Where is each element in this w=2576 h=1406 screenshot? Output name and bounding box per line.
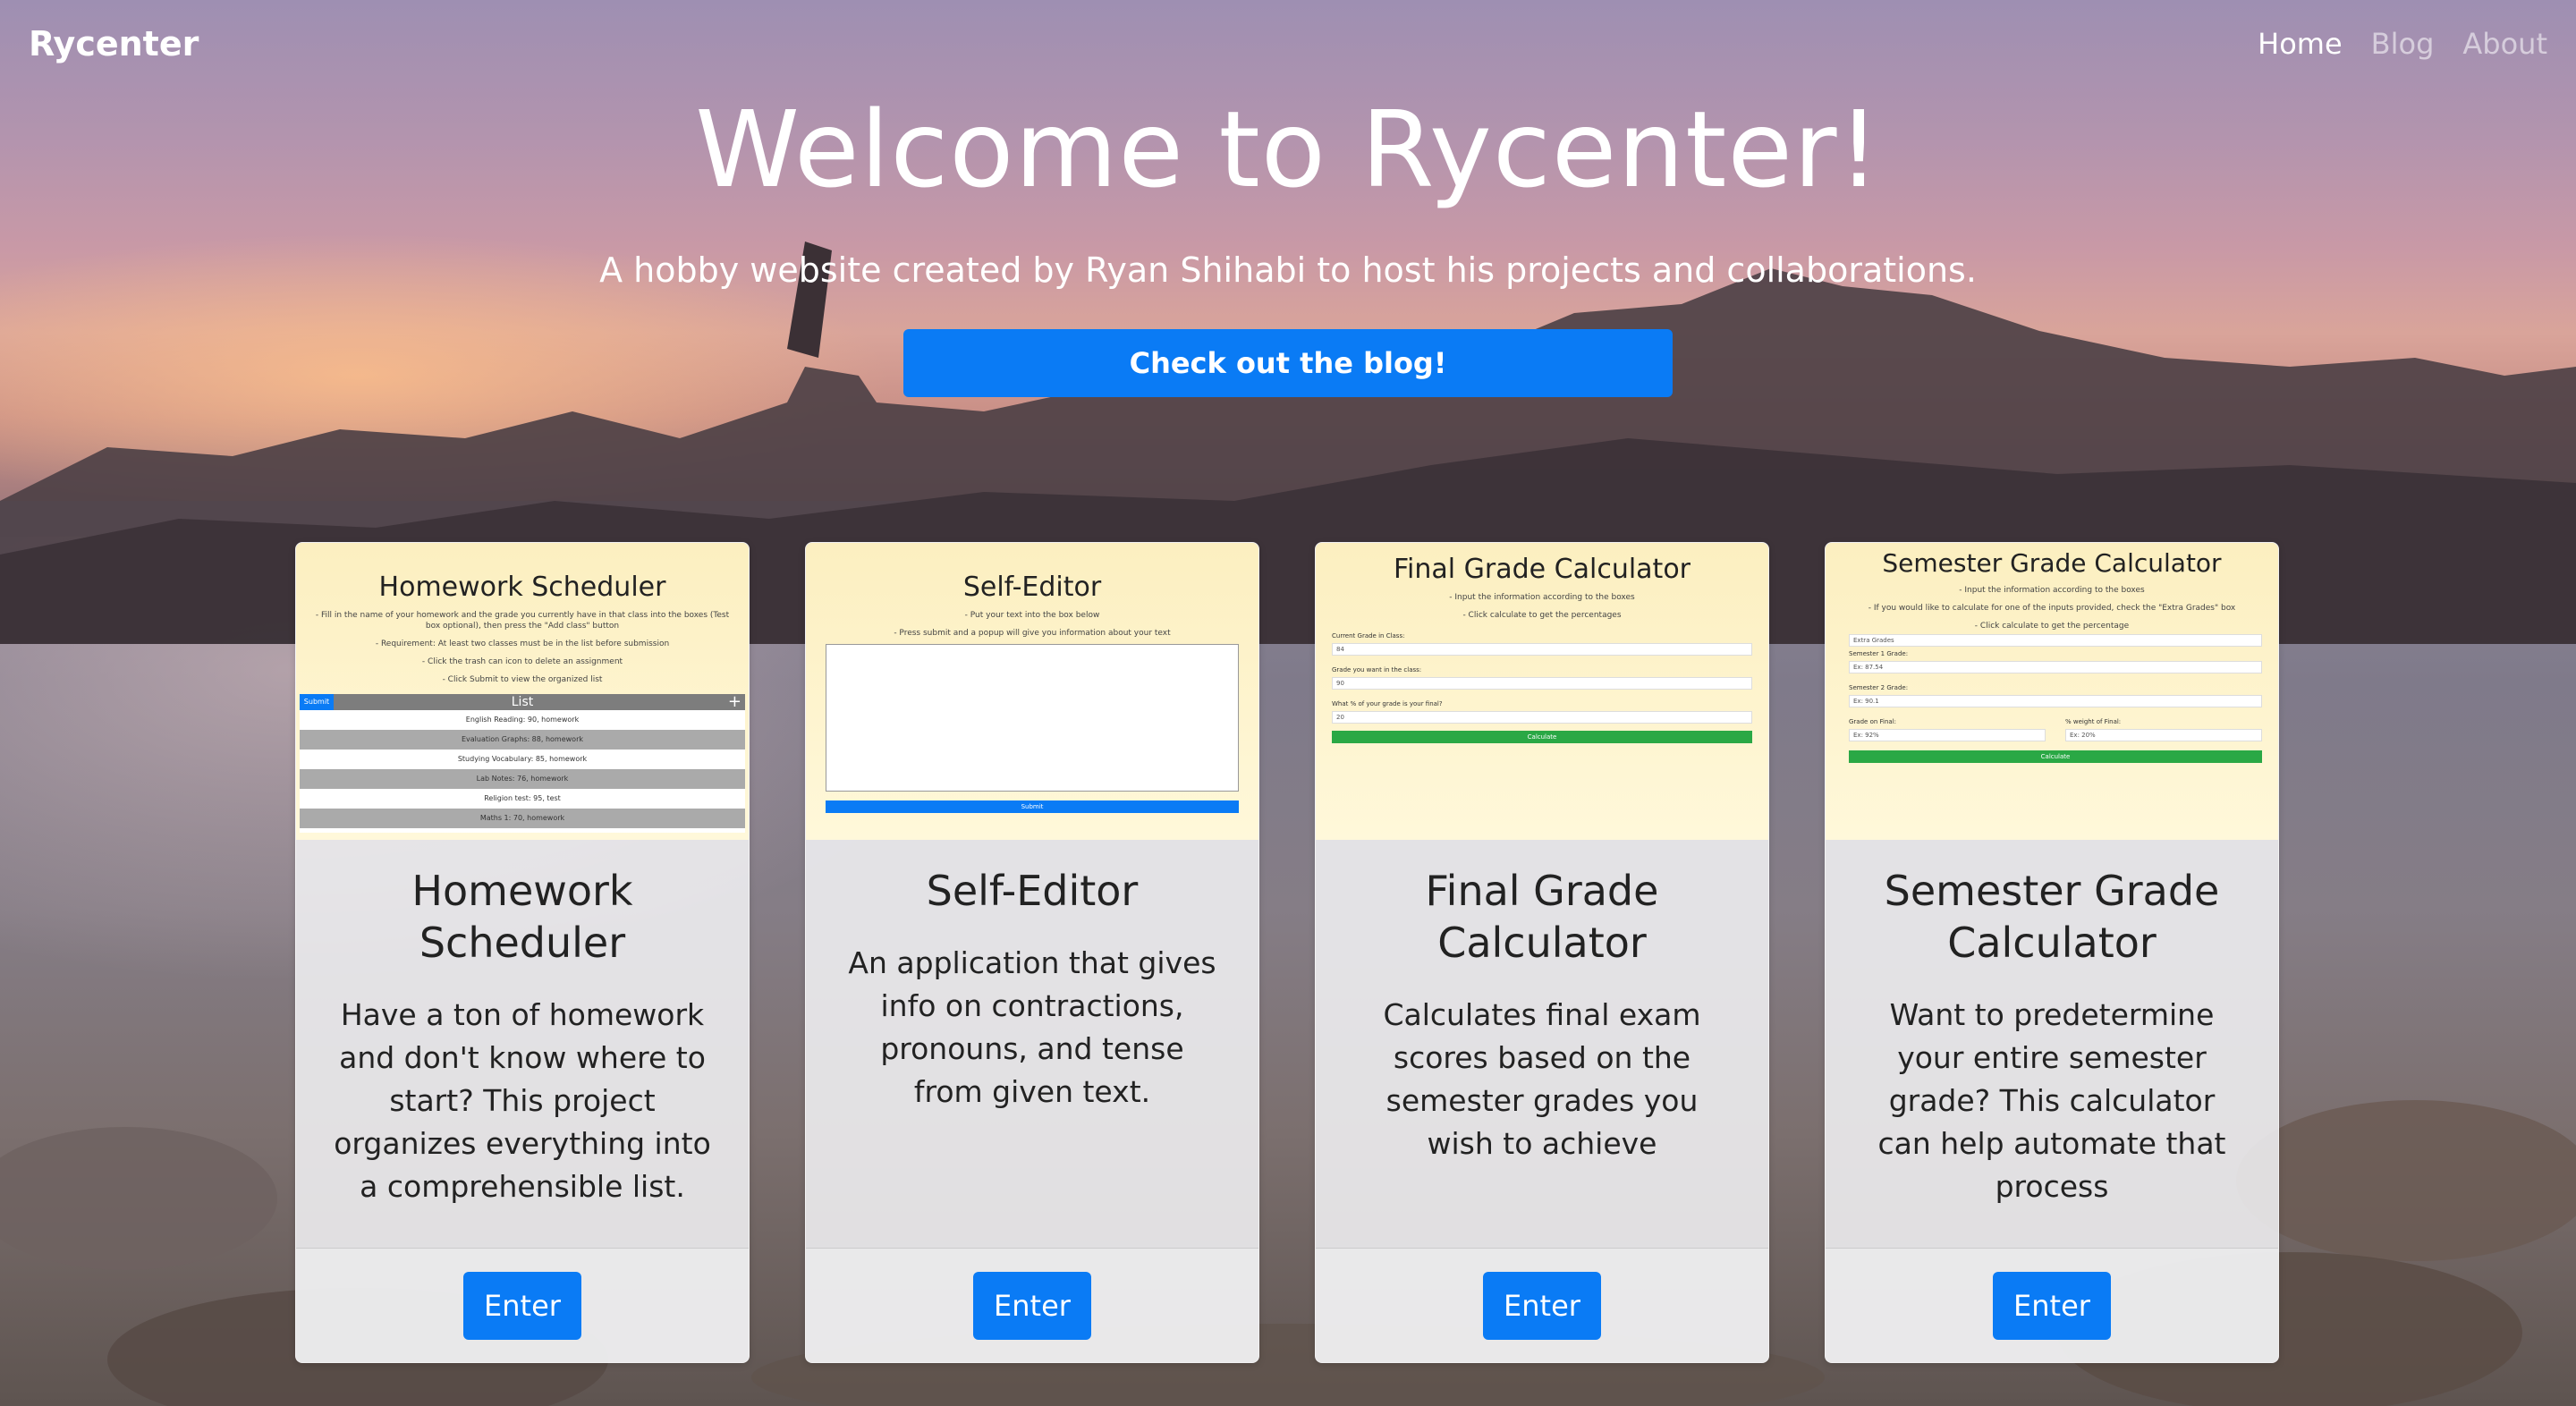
thumbnail-label: Grade on Final: xyxy=(1849,718,1897,725)
card-footer: Enter xyxy=(806,1248,1258,1362)
thumbnail-instruction: - Click Submit to view the organized lis… xyxy=(442,675,603,684)
thumbnail-instruction: - Input the information according to the… xyxy=(1449,593,1635,602)
thumbnail-title: Homework Scheduler xyxy=(378,572,666,603)
thumbnail-row: Lab Notes: 76, homework xyxy=(300,769,745,789)
thumbnail-field: Ex: 92% xyxy=(1849,729,2046,741)
thumbnail-instruction: - Click calculate to get the percentages xyxy=(1462,611,1622,620)
thumbnail-instruction: - Input the information according to the… xyxy=(1959,586,2145,595)
brand-logo[interactable]: Rycenter xyxy=(29,24,199,64)
thumbnail-row: Evaluation Graphs: 88, homework xyxy=(300,730,745,750)
card-description: Want to predetermine your entire semeste… xyxy=(1877,997,2226,1204)
card-body: Semester Grade Calculator Want to predet… xyxy=(1826,840,2278,1248)
card-thumbnail: Semester Grade Calculator - Input the in… xyxy=(1826,543,2278,840)
thumbnail-field: 90 xyxy=(1332,677,1752,690)
card-description: An application that gives info on contra… xyxy=(848,945,1216,1109)
blog-cta-button[interactable]: Check out the blog! xyxy=(903,329,1673,397)
card-footer: Enter xyxy=(296,1248,749,1362)
card-title: Final Grade Calculator xyxy=(1425,867,1659,967)
thumbnail-submit: Submit xyxy=(300,694,334,710)
thumbnail-field: Ex: 20% xyxy=(2065,729,2262,741)
thumbnail-select: Extra Grades xyxy=(1849,634,2262,647)
thumbnail-submit: Submit xyxy=(826,800,1239,813)
thumbnail-label: What % of your grade is your final? xyxy=(1332,700,1443,707)
card-footer: Enter xyxy=(1316,1248,1768,1362)
thumbnail-instruction: - Press submit and a popup will give you… xyxy=(894,629,1171,638)
hero-subtitle: A hobby website created by Ryan Shihabi … xyxy=(599,250,1977,290)
project-card-final-grade-calculator: Final Grade Calculator - Input the infor… xyxy=(1315,542,1769,1363)
card-thumbnail: Final Grade Calculator - Input the infor… xyxy=(1316,543,1768,840)
nav-link-blog[interactable]: Blog xyxy=(2371,27,2435,61)
card-thumbnail: Homework Scheduler - Fill in the name of… xyxy=(296,543,749,840)
card-thumbnail: Self-Editor - Put your text into the box… xyxy=(806,543,1258,840)
thumbnail-instruction: - If you would like to calculate for one… xyxy=(1868,604,2236,613)
thumbnail-label: Semester 1 Grade: xyxy=(1849,650,1909,657)
card-body: Final Grade Calculator Calculates final … xyxy=(1316,840,1768,1248)
thumbnail-field: Ex: 87.54 xyxy=(1849,661,2262,673)
card-body: Homework Scheduler Have a ton of homewor… xyxy=(296,840,749,1248)
hero: Welcome to Rycenter! A hobby website cre… xyxy=(0,85,2576,397)
nav-link-about[interactable]: About xyxy=(2462,27,2547,61)
thumbnail-label: Current Grade in Class: xyxy=(1332,632,1405,639)
card-title: Self-Editor xyxy=(926,867,1139,915)
thumbnail-list: Submit List + English Reading: 90, homew… xyxy=(300,694,745,833)
thumbnail-row: English Reading: 90, homework xyxy=(465,716,580,724)
thumbnail-instruction: - Click calculate to get the percentage xyxy=(1974,622,2130,631)
nav-link-home[interactable]: Home xyxy=(2258,27,2343,61)
thumbnail-instruction: - Click the trash can icon to delete an … xyxy=(421,657,623,666)
thumbnail-field: 20 xyxy=(1332,711,1752,724)
card-footer: Enter xyxy=(1826,1248,2278,1362)
thumbnail-instruction: - Put your text into the box below xyxy=(964,611,1100,620)
thumbnail-calculate: Calculate xyxy=(1332,731,1752,743)
card-description: Calculates final exam scores based on th… xyxy=(1383,997,1701,1161)
thumbnail-instruction: - Fill in the name of your homework and … xyxy=(315,611,730,631)
thumbnail-label: % weight of Final: xyxy=(2065,718,2122,725)
thumbnail-label: Grade you want in the class: xyxy=(1332,666,1422,673)
thumbnail-title: Final Grade Calculator xyxy=(1393,554,1691,585)
navbar: Rycenter Home Blog About xyxy=(0,0,2576,88)
thumbnail-title: Self-Editor xyxy=(962,572,1102,603)
thumbnail-field: Ex: 90.1 xyxy=(1849,695,2262,707)
thumbnail-instruction: - Requirement: At least two classes must… xyxy=(375,639,670,648)
hero-title: Welcome to Rycenter! xyxy=(695,88,1881,211)
enter-button-final-grade-calculator[interactable]: Enter xyxy=(1483,1271,1601,1340)
project-card-semester-grade-calculator: Semester Grade Calculator - Input the in… xyxy=(1825,542,2279,1363)
thumbnail-list-title: List xyxy=(511,695,534,709)
thumbnail-calculate: Calculate xyxy=(1849,750,2262,763)
project-cards: Homework Scheduler - Fill in the name of… xyxy=(295,542,2281,1363)
enter-button-semester-grade-calculator[interactable]: Enter xyxy=(1993,1271,2111,1340)
card-title: Homework Scheduler xyxy=(411,867,633,967)
thumbnail-label: Semester 2 Grade: xyxy=(1849,684,1909,691)
thumbnail-list-header: Submit List + xyxy=(300,694,745,710)
card-title: Semester Grade Calculator xyxy=(1884,867,2220,967)
plus-icon: + xyxy=(727,692,741,711)
nav-links: Home Blog About xyxy=(2258,27,2547,61)
enter-button-self-editor[interactable]: Enter xyxy=(973,1271,1091,1340)
enter-button-homework-scheduler[interactable]: Enter xyxy=(463,1271,581,1340)
project-card-self-editor: Self-Editor - Put your text into the box… xyxy=(805,542,1259,1363)
thumbnail-textarea xyxy=(826,644,1239,792)
card-body: Self-Editor An application that gives in… xyxy=(806,840,1258,1248)
thumbnail-field: 84 xyxy=(1332,643,1752,656)
thumbnail-title: Semester Grade Calculator xyxy=(1882,548,2222,578)
card-description: Have a ton of homework and don't know wh… xyxy=(334,997,711,1204)
thumbnail-row: Maths 1: 70, homework xyxy=(300,809,745,828)
thumbnail-row: Religion test: 95, test xyxy=(484,794,561,802)
thumbnail-row: Studying Vocabulary: 85, homework xyxy=(457,755,588,763)
project-card-homework-scheduler: Homework Scheduler - Fill in the name of… xyxy=(295,542,750,1363)
